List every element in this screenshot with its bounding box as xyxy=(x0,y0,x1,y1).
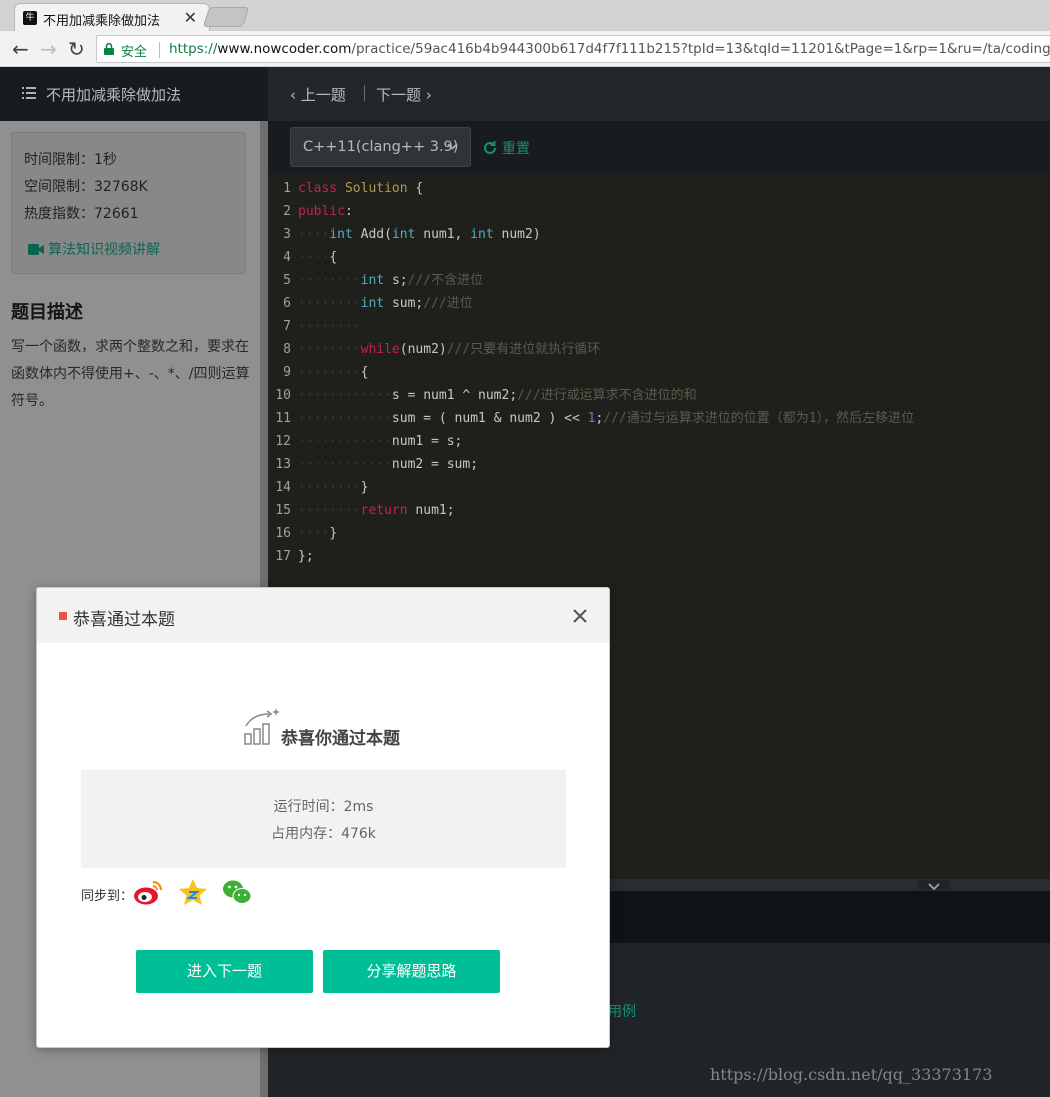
back-arrow-icon[interactable]: ← xyxy=(12,37,29,61)
forward-arrow-icon[interactable]: → xyxy=(40,37,57,61)
result-stats: 运行时间：2ms 占用内存：476k xyxy=(81,770,566,868)
memory-usage: 占用内存：476k xyxy=(271,826,376,842)
tab-close-icon[interactable]: ✕ xyxy=(184,8,197,27)
secure-label: 安全 xyxy=(121,45,148,60)
title-mark xyxy=(59,612,67,620)
success-text: 恭喜你通过本题 xyxy=(281,729,400,749)
url-text[interactable]: https://www.nowcoder.com/practice/59ac41… xyxy=(169,41,1050,57)
qzone-icon[interactable] xyxy=(178,878,208,906)
share-solution-button[interactable]: 分享解题思路 xyxy=(323,950,500,993)
dialog-header: 恭喜通过本题 xyxy=(37,588,609,643)
weibo-icon[interactable] xyxy=(133,878,163,906)
tab-title: 不用加减乘除做加法 xyxy=(43,14,161,29)
success-dialog: 恭喜通过本题 恭喜你通过本题 运行时间：2ms 占用内存：476k 同步到： 进… xyxy=(36,587,610,1048)
nowcoder-favicon-icon: 牛 xyxy=(23,11,37,25)
omnibox-separator xyxy=(159,42,160,58)
address-bar[interactable]: 安全 https://www.nowcoder.com/practice/59a… xyxy=(96,35,1050,63)
address-toolbar: ← → ↻ 安全 https://www.nowcoder.com/practi… xyxy=(0,31,1050,67)
lock-icon xyxy=(104,43,114,55)
url-host: www.nowcoder.com xyxy=(217,41,352,57)
next-question-button[interactable]: 进入下一题 xyxy=(136,950,313,993)
new-tab-button[interactable] xyxy=(202,7,250,27)
browser-tab[interactable]: 牛 不用加减乘除做加法 ✕ xyxy=(14,3,210,32)
growth-chart-icon xyxy=(244,708,280,745)
sync-label: 同步到： xyxy=(81,889,134,904)
url-path: /practice/59ac416b4b944300b617d4f7f111b2… xyxy=(351,41,1050,57)
wechat-icon[interactable] xyxy=(222,878,252,906)
reload-icon[interactable]: ↻ xyxy=(68,37,85,61)
url-scheme: https:// xyxy=(169,41,218,57)
close-icon[interactable] xyxy=(572,608,588,624)
browser-tab-strip: 牛 不用加减乘除做加法 ✕ xyxy=(0,0,1050,32)
run-time: 运行时间：2ms xyxy=(273,799,374,815)
success-banner: 恭喜你通过本题 xyxy=(243,708,443,749)
dialog-title: 恭喜通过本题 xyxy=(73,610,175,630)
